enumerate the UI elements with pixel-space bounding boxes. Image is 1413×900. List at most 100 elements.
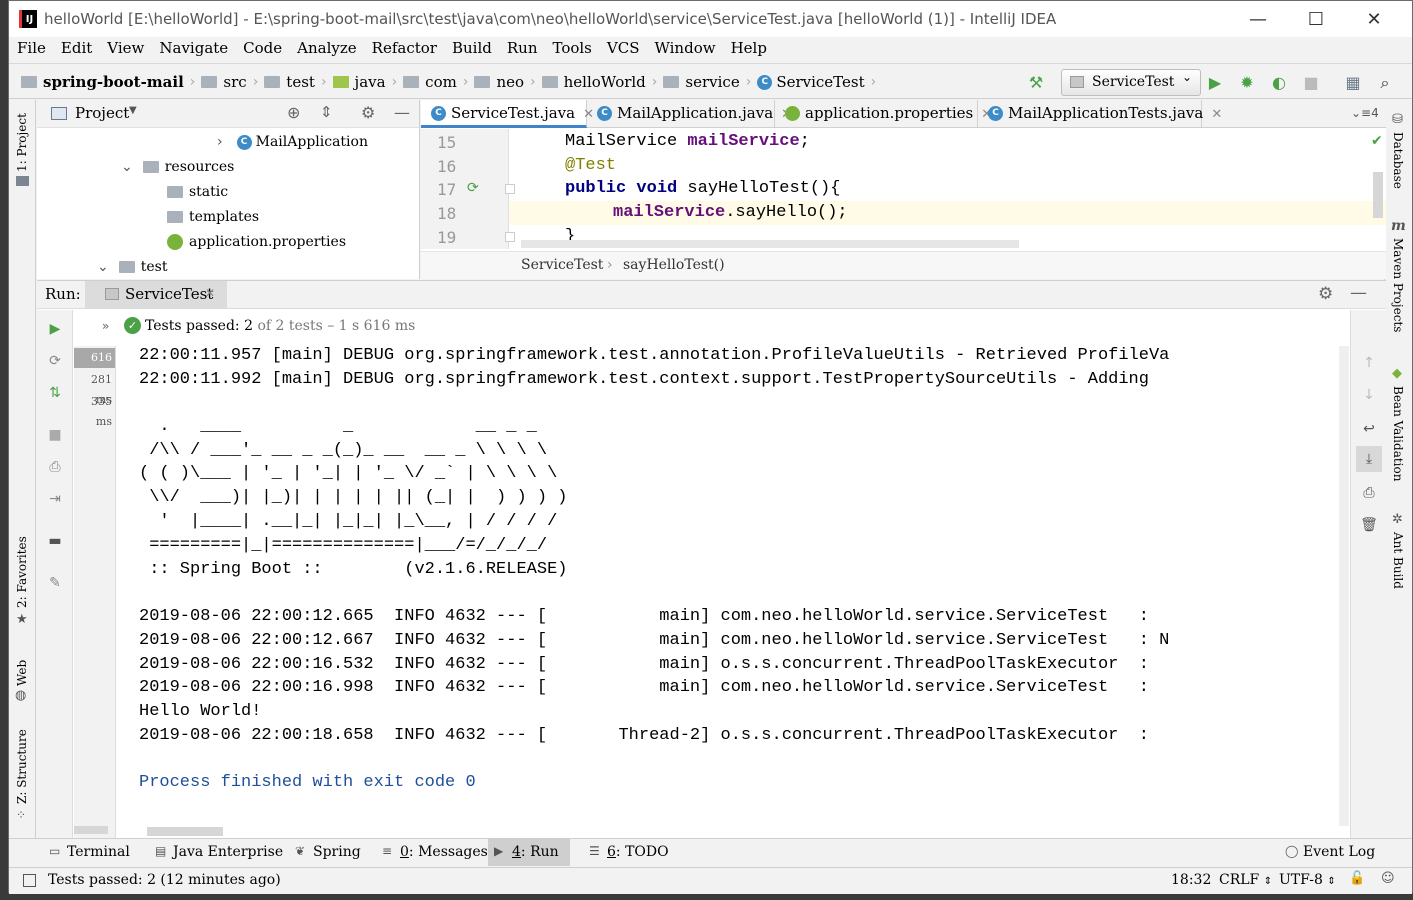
test-duration[interactable]: 616 ms	[74, 348, 115, 384]
inspector-icon[interactable]: ☺	[1381, 871, 1395, 886]
tool-bean-validation[interactable]: Bean Validation	[1391, 386, 1405, 482]
search-icon[interactable]: ⌕	[1376, 74, 1394, 92]
arrow-up-icon[interactable]: ↑	[1360, 354, 1378, 372]
tree-item-resources[interactable]: ⌄ resources	[121, 159, 234, 175]
run-tab-servicetest[interactable]: ServiceTest ✕	[85, 281, 227, 309]
tab-mailapplicationtests[interactable]: C MailApplicationTests.java ✕	[978, 100, 1222, 128]
code-line-17[interactable]: public void sayHelloTest(){	[565, 179, 840, 198]
tree-item-templates[interactable]: templates	[167, 209, 259, 225]
tool-tab-spring[interactable]: ❦ Spring	[289, 839, 369, 866]
tab-mailapplication[interactable]: CMailApplication.java✕	[587, 100, 792, 128]
locate-icon[interactable]: ⊕	[287, 103, 300, 122]
tab-overflow-button[interactable]: ⌄≡4	[1351, 106, 1379, 120]
maximize-button[interactable]: ☐	[1287, 1, 1345, 37]
lock-icon[interactable]: 🔓	[1349, 871, 1365, 886]
tool-structure[interactable]: Z: Structure	[15, 729, 29, 804]
breadcrumb-java[interactable]: java	[355, 73, 386, 91]
run-icon[interactable]: ▶	[1206, 74, 1224, 92]
project-structure-icon[interactable]: ▦	[1344, 74, 1362, 92]
stop-icon[interactable]: ■	[46, 426, 64, 444]
tree-item-test[interactable]: ⌄ test	[97, 259, 167, 275]
toggle-auto-test-icon[interactable]: ⇅	[46, 384, 64, 402]
editor-scrollbar[interactable]	[1373, 172, 1383, 218]
tool-tab-run[interactable]: ▶ 4: Run	[488, 839, 570, 866]
code-line-18[interactable]: mailService.sayHello();	[613, 203, 848, 222]
menu-tools[interactable]: Tools	[544, 37, 598, 59]
tree-item-static[interactable]: static	[167, 184, 228, 200]
breadcrumb-test[interactable]: test	[286, 73, 315, 91]
close-tab-icon[interactable]: ✕	[205, 286, 215, 300]
tool-maven[interactable]: Maven Projects	[1391, 238, 1405, 334]
stop-icon[interactable]: ■	[1302, 74, 1320, 92]
minimize-button[interactable]: —	[1229, 1, 1287, 37]
caret-position[interactable]: 18:32	[1171, 872, 1211, 888]
breadcrumb-neo[interactable]: neo	[496, 73, 524, 91]
breadcrumb-helloworld[interactable]: helloWorld	[564, 73, 646, 91]
tool-database[interactable]: Database	[1391, 132, 1405, 192]
close-button[interactable]: ✕	[1345, 1, 1403, 37]
gear-icon[interactable]: ⚙	[1318, 284, 1333, 304]
menu-build[interactable]: Build	[444, 37, 499, 59]
tool-tab-event-log[interactable]: ◯ Event Log	[1279, 839, 1379, 866]
trash-icon[interactable]: 🗑	[1360, 516, 1378, 534]
chevron-down-icon[interactable]: ▼	[129, 105, 137, 116]
line-separator-select[interactable]: CRLF ⇕	[1219, 872, 1272, 888]
scrollbar[interactable]	[74, 826, 108, 834]
breadcrumb-com[interactable]: com	[425, 73, 457, 91]
print-icon[interactable]: ⎙	[1360, 484, 1378, 502]
console-h-scrollbar[interactable]	[147, 827, 223, 836]
tool-web[interactable]: Web	[15, 656, 29, 686]
menu-help[interactable]: Help	[723, 37, 774, 59]
breadcrumb-project[interactable]: spring-boot-mail	[43, 73, 184, 91]
menu-vcs[interactable]: VCS	[599, 37, 647, 59]
menu-code[interactable]: Code	[235, 37, 289, 59]
run-test-gutter-icon[interactable]: ⟳	[467, 180, 479, 196]
menu-file[interactable]: File	[9, 37, 53, 59]
expand-icon[interactable]: »	[102, 319, 109, 333]
layout-icon[interactable]: ▬	[46, 532, 64, 550]
coverage-icon[interactable]: ◐	[1270, 74, 1288, 92]
breadcrumb-servicetest[interactable]: ServiceTest	[776, 73, 864, 91]
test-duration[interactable]: 281 ms	[74, 370, 115, 406]
console-output[interactable]: 22:00:11.957 [main] DEBUG org.springfram…	[117, 346, 1341, 826]
menu-window[interactable]: Window	[646, 37, 722, 59]
arrow-down-icon[interactable]: ↓	[1360, 386, 1378, 404]
rerun-failed-icon[interactable]: ⟳	[46, 352, 64, 370]
project-title[interactable]: Project	[75, 104, 129, 122]
crumb-class[interactable]: ServiceTest	[521, 257, 603, 273]
status-message[interactable]: Tests passed: 2 (12 minutes ago)	[48, 872, 281, 888]
build-hammer-icon[interactable]: ⚒	[1027, 74, 1045, 92]
console-scrollbar[interactable]	[1339, 346, 1349, 826]
tool-tab-terminal[interactable]: ▭ Terminal	[43, 839, 143, 866]
menu-refactor[interactable]: Refactor	[364, 37, 444, 59]
gear-icon[interactable]: ⚙	[361, 103, 375, 122]
editor-h-scrollbar[interactable]	[521, 240, 1019, 248]
tool-favorites[interactable]: 2: Favorites	[15, 536, 29, 608]
run-config-select[interactable]: ServiceTest ⌄	[1061, 69, 1201, 96]
debug-icon[interactable]: ✹	[1238, 74, 1256, 92]
tool-project[interactable]: 1: Project	[15, 113, 29, 172]
tool-tab-todo[interactable]: ☰ 6: TODO	[583, 839, 673, 866]
export-icon[interactable]: ⇥	[46, 490, 64, 508]
code-line-15[interactable]: MailService mailService;	[565, 132, 810, 151]
rerun-icon[interactable]: ▶	[46, 320, 64, 338]
camera-icon[interactable]: ⎙	[46, 458, 64, 476]
menu-run[interactable]: Run	[499, 37, 545, 59]
tool-windows-toggle-icon[interactable]	[23, 874, 36, 887]
tree-item-mailapplication[interactable]: › C MailApplication	[217, 134, 368, 150]
menu-view[interactable]: View	[99, 37, 151, 59]
pin-icon[interactable]: ✎	[46, 574, 64, 592]
tab-servicetest[interactable]: C ServiceTest.java ✕	[421, 100, 594, 128]
fold-icon[interactable]	[505, 232, 515, 242]
test-duration[interactable]: 335 ms	[74, 392, 115, 428]
close-tab-icon[interactable]: ✕	[1211, 107, 1222, 122]
tree-item-application-properties[interactable]: application.properties	[167, 234, 346, 250]
tool-tab-messages[interactable]: ≡ 0: Messages	[376, 839, 488, 866]
tool-tab-java-enterprise[interactable]: ▤ Java Enterprise	[149, 839, 283, 866]
hide-icon[interactable]: —	[1350, 283, 1367, 303]
crumb-method[interactable]: sayHelloTest()	[623, 257, 725, 273]
fold-icon[interactable]	[505, 184, 515, 194]
soft-wrap-icon[interactable]: ↩	[1360, 420, 1378, 438]
hide-icon[interactable]: —	[394, 103, 410, 122]
collapse-icon[interactable]: ⇕	[320, 103, 333, 121]
